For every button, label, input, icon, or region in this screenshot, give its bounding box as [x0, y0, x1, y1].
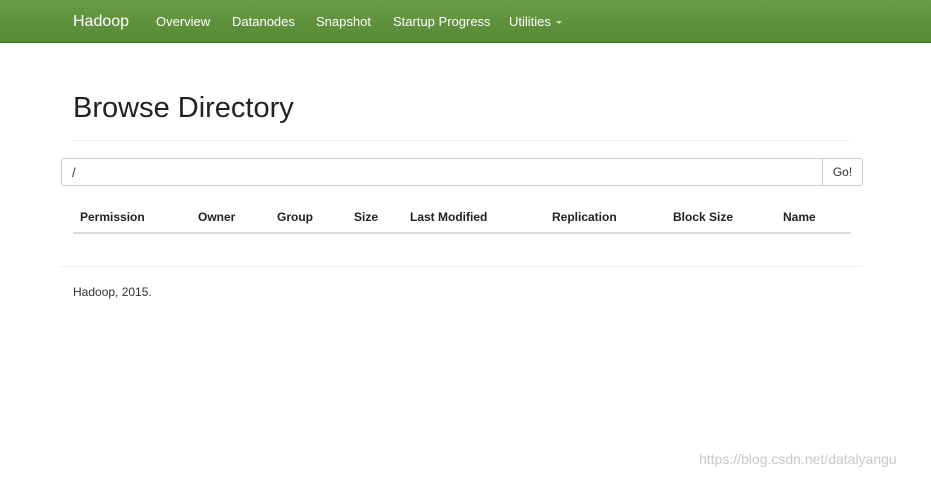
column-header-owner[interactable]: Owner — [198, 210, 235, 224]
column-header-group[interactable]: Group — [277, 210, 313, 224]
nav-item-startup-progress[interactable]: Startup Progress — [393, 13, 491, 30]
chevron-down-icon — [555, 21, 562, 25]
column-header-size[interactable]: Size — [354, 210, 378, 224]
nav-item-overview[interactable]: Overview — [156, 13, 210, 30]
column-header-name[interactable]: Name — [783, 210, 816, 224]
brand-link[interactable]: Hadoop — [73, 12, 129, 32]
watermark-text: https://blog.csdn.net/datalyangu — [699, 451, 897, 467]
footer-divider — [61, 266, 863, 267]
directory-path-group: Go! — [61, 158, 863, 186]
nav-item-datanodes[interactable]: Datanodes — [232, 13, 295, 30]
column-header-block-size[interactable]: Block Size — [673, 210, 733, 224]
column-header-permission[interactable]: Permission — [80, 210, 145, 224]
title-divider — [73, 140, 850, 141]
column-header-replication[interactable]: Replication — [552, 210, 617, 224]
table-header-divider — [73, 232, 851, 234]
footer-text: Hadoop, 2015. — [73, 285, 152, 299]
nav-item-utilities[interactable]: Utilities — [509, 13, 562, 30]
navbar: Hadoop Overview Datanodes Snapshot Start… — [0, 0, 931, 43]
page-title: Browse Directory — [73, 92, 294, 124]
directory-path-input[interactable] — [61, 158, 823, 186]
nav-item-utilities-label: Utilities — [509, 14, 551, 29]
go-button[interactable]: Go! — [822, 158, 863, 186]
nav-item-snapshot[interactable]: Snapshot — [316, 13, 371, 30]
column-header-last-modified[interactable]: Last Modified — [410, 210, 487, 224]
